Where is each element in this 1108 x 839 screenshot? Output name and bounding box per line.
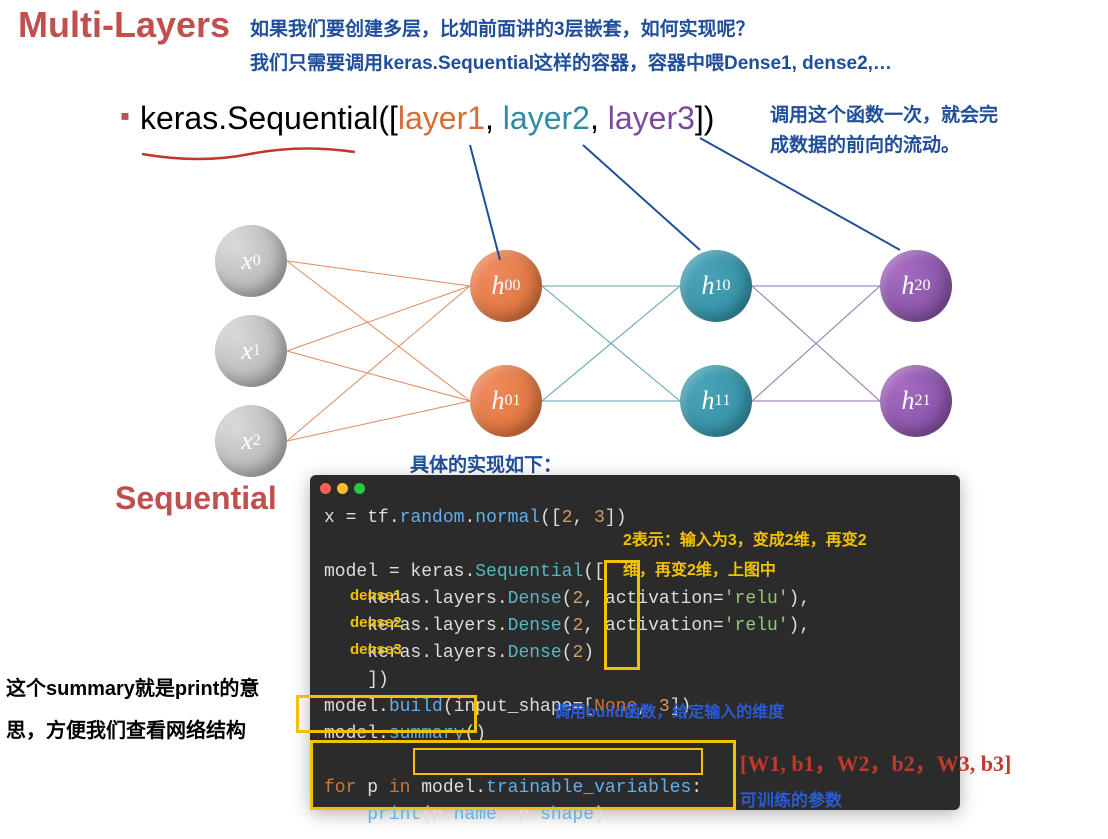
left-summary-text-1: 这个summary就是print的意 (6, 672, 259, 701)
node-h10: h01 (470, 365, 542, 437)
build-anno: 调用build函数，给定输入的维度 (554, 698, 784, 722)
implementation-label: 具体的实现如下： (410, 450, 562, 477)
left-summary-text-2: 思，方便我们查看网络结构 (6, 714, 246, 743)
annotation-right-1: 调用这个函数一次，就会完 (770, 100, 998, 127)
title: Multi-Layers (18, 4, 230, 46)
api-prefix: keras.Sequential([ (140, 100, 398, 136)
node-h00: h00 (470, 250, 542, 322)
node-h12: h21 (880, 365, 952, 437)
dense3-label: dense3 (350, 641, 402, 658)
bullet-icon: ▪ (120, 100, 130, 131)
dense1-label: dense1 (350, 587, 402, 604)
annotation-top-1: 如果我们要创建多层，比如前面讲的3层嵌套，如何实现呢？ (250, 14, 755, 41)
yellow-anno-2: 维，再变2维，上图中 (623, 560, 776, 582)
layer3-text: layer3 (608, 100, 695, 136)
handwritten-params: [W1, b1，W2，b2，W3, b3] (740, 746, 1011, 778)
dense2-label: dense2 (350, 614, 402, 631)
node-h11: h11 (680, 365, 752, 437)
node-x1: x1 (215, 315, 287, 387)
node-x2: x2 (215, 405, 287, 477)
node-h01: h10 (680, 250, 752, 322)
api-call-line: ▪ keras.Sequential([layer1, layer2, layer… (120, 100, 714, 137)
underline-mark (140, 146, 360, 166)
node-h02: h20 (880, 250, 952, 322)
sep1: , (485, 100, 503, 136)
trainable-params-label: 可训练的参数 (740, 786, 842, 811)
yellow-anno-1: 2表示：输入为3，变成2维，再变2 (623, 530, 867, 552)
layer1-text: layer1 (398, 100, 485, 136)
network-diagram: x0 x1 x2 h00 h01 h10 h11 h20 h21 (150, 180, 1000, 480)
layer2-text: layer2 (503, 100, 590, 136)
node-x0: x0 (215, 225, 287, 297)
annotation-right-2: 成数据的前向的流动。 (770, 130, 960, 157)
sequential-title: Sequential (115, 480, 277, 517)
api-suffix: ]) (695, 100, 715, 136)
sep2: , (590, 100, 608, 136)
annotation-top-2: 我们只需要调用keras.Sequential这样的容器，容器中喂Dense1,… (250, 48, 892, 75)
